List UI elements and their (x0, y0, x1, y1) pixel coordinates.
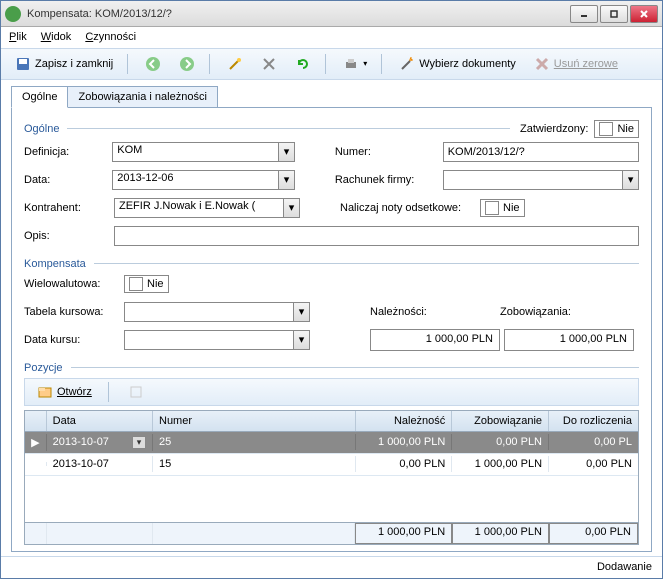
tool-button-1[interactable] (221, 53, 249, 75)
pozycje-toolbar: Otwórz (24, 378, 639, 406)
col-naleznosc[interactable]: Należność (356, 411, 453, 431)
pozycje-grid: Data Numer Należność Zobowiązanie Do roz… (24, 410, 639, 545)
naleznosci-label: Należności: (370, 306, 500, 318)
rachunek-label: Rachunek firmy: (335, 174, 443, 186)
otworz-button[interactable]: Otwórz (31, 381, 98, 403)
save-icon (15, 56, 31, 72)
data-label: Data: (24, 174, 112, 186)
data-combo[interactable]: 2013-12-06 (112, 170, 279, 190)
total-naleznosc: 1 000,00 PLN (355, 523, 452, 544)
datakursu-combo[interactable] (124, 330, 294, 350)
checkbox-icon (599, 122, 613, 136)
menu-widok[interactable]: Widok (41, 31, 72, 43)
menu-plik[interactable]: Plik (9, 31, 27, 43)
checkbox-icon (485, 201, 499, 215)
noty-label: Naliczaj noty odsetkowe: (340, 202, 480, 214)
tool-button-3[interactable] (289, 53, 317, 75)
noty-toggle[interactable]: Nie (480, 199, 525, 217)
col-zobowiazanie[interactable]: Zobowiązanie (452, 411, 549, 431)
delete-icon (534, 56, 550, 72)
zobowiazania-label: Zobowiązania: (500, 306, 630, 318)
arrow-right-icon (179, 56, 195, 72)
kontrahent-combo[interactable]: ZEFIR J.Nowak i E.Nowak ( (114, 198, 284, 218)
titlebar[interactable]: Kompensata: KOM/2013/12/? (1, 1, 662, 27)
numer-label: Numer: (335, 146, 443, 158)
save-close-button[interactable]: Zapisz i zamknij (9, 53, 119, 75)
menubar: Plik Widok Czynności (1, 27, 662, 48)
numer-input[interactable] (443, 142, 639, 162)
col-numer[interactable]: Numer (153, 411, 356, 431)
chevron-down-icon[interactable]: ▾ (294, 302, 310, 322)
window: Kompensata: KOM/2013/12/? Plik Widok Czy… (0, 0, 663, 579)
content-area: Ogólne Zobowiązania i należności Ogólne … (1, 80, 662, 556)
definicja-label: Definicja: (24, 146, 112, 158)
tab-ogolne[interactable]: Ogólne (11, 86, 68, 108)
wielowalutowa-label: Wielowalutowa: (24, 278, 124, 290)
menu-czynnosci[interactable]: Czynności (85, 31, 136, 43)
open-icon (37, 384, 53, 400)
usun-zerowe-button[interactable]: Usuń zerowe (528, 53, 624, 75)
chevron-down-icon[interactable]: ▾ (132, 436, 146, 449)
row-marker-icon: ▶ (25, 434, 47, 451)
minimize-button[interactable] (570, 5, 598, 23)
close-button[interactable] (630, 5, 658, 23)
opis-input[interactable] (114, 226, 639, 246)
col-dorozliczenia[interactable]: Do rozliczenia (549, 411, 638, 431)
wand-select-icon (399, 56, 415, 72)
col-data[interactable]: Data (47, 411, 153, 431)
table-row[interactable]: ▶ 2013-10-07▾ 25 1 000,00 PLN 0,00 PLN 0… (25, 432, 638, 454)
statusbar: Dodawanie (1, 556, 662, 578)
kontrahent-label: Kontrahent: (24, 202, 114, 214)
definicja-combo[interactable]: KOM (112, 142, 279, 162)
group-pozycje-title: Pozycje (24, 362, 67, 374)
group-kompensata-title: Kompensata (24, 258, 90, 270)
checkbox-icon (129, 277, 143, 291)
zobowiazania-value: 1 000,00 PLN (504, 329, 634, 351)
toolbar: Zapisz i zamknij ▾ Wybierz dokumenty Usu… (1, 48, 662, 80)
tab-panel: Ogólne Zatwierdzony: Nie Definicja: KOM▾… (11, 107, 652, 552)
chevron-down-icon[interactable]: ▾ (279, 142, 295, 162)
table-row[interactable]: 2013-10-07 15 0,00 PLN 1 000,00 PLN 0,00… (25, 454, 638, 476)
tabela-combo[interactable] (124, 302, 294, 322)
total-dorozliczenia: 0,00 PLN (549, 523, 638, 544)
edit-icon (128, 384, 144, 400)
tool-button-2[interactable] (255, 53, 283, 75)
print-icon (343, 56, 359, 72)
arrow-left-icon (145, 56, 161, 72)
tab-zobowiazania[interactable]: Zobowiązania i należności (67, 86, 217, 108)
nav-back-button[interactable] (139, 53, 167, 75)
zatwierdzony-toggle[interactable]: Nie (594, 120, 639, 138)
chevron-down-icon[interactable]: ▾ (279, 170, 295, 190)
datakursu-label: Data kursu: (24, 334, 124, 346)
zatwierdzony-label: Zatwierdzony: (520, 123, 588, 135)
rachunek-combo[interactable] (443, 170, 624, 190)
total-zobowiazanie: 1 000,00 PLN (452, 523, 549, 544)
chevron-down-icon[interactable]: ▾ (294, 330, 310, 350)
tabela-label: Tabela kursowa: (24, 306, 124, 318)
wybierz-dokumenty-button[interactable]: Wybierz dokumenty (393, 53, 522, 75)
naleznosci-value: 1 000,00 PLN (370, 329, 500, 351)
status-text: Dodawanie (597, 561, 652, 573)
print-button[interactable]: ▾ (337, 53, 373, 75)
tools-icon (261, 56, 277, 72)
maximize-button[interactable] (600, 5, 628, 23)
wand-icon (227, 56, 243, 72)
group-ogolne-title: Ogólne (24, 123, 63, 135)
chevron-down-icon[interactable]: ▾ (284, 198, 300, 218)
nav-forward-button[interactable] (173, 53, 201, 75)
chevron-down-icon[interactable]: ▾ (623, 170, 639, 190)
wielowalutowa-toggle[interactable]: Nie (124, 275, 169, 293)
edit-button[interactable] (122, 381, 150, 403)
refresh-icon (295, 56, 311, 72)
window-title: Kompensata: KOM/2013/12/? (27, 8, 570, 20)
opis-label: Opis: (24, 230, 114, 242)
app-icon (5, 6, 21, 22)
